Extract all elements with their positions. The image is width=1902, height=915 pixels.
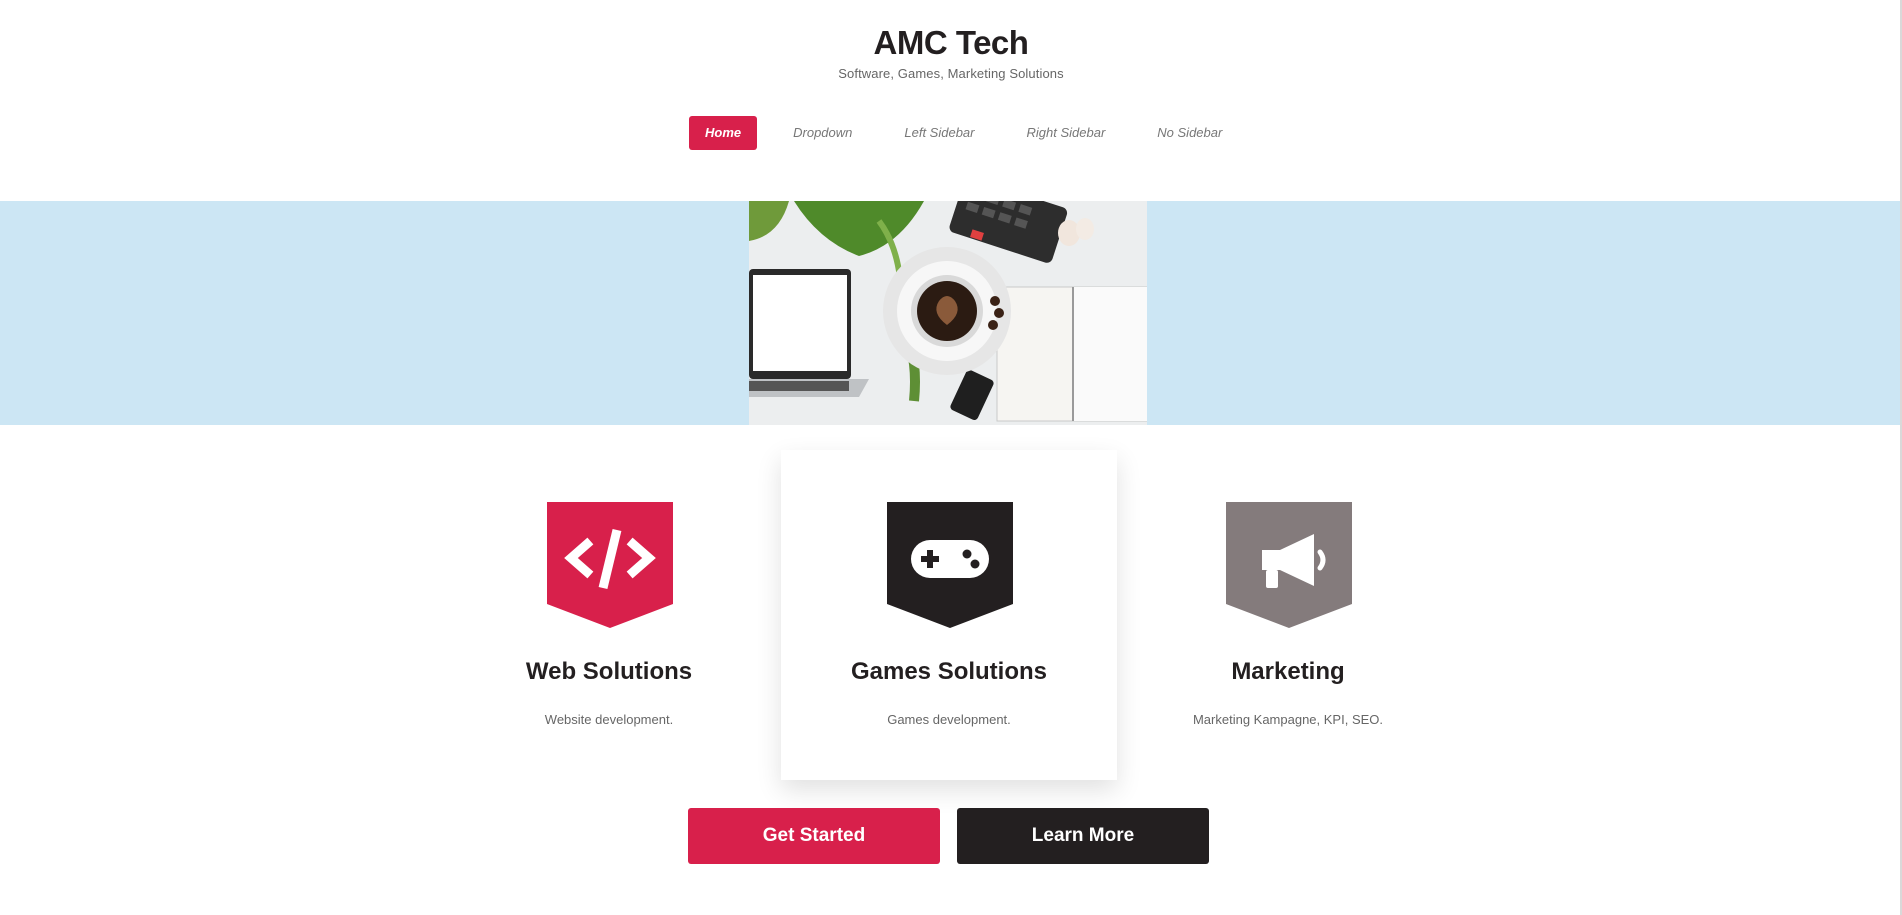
desk-workspace-photo xyxy=(749,201,1147,425)
feature-title: Games Solutions xyxy=(850,658,1048,685)
site-header: AMC Tech Software, Games, Marketing Solu… xyxy=(0,0,1902,200)
main-nav: Home Dropdown Left Sidebar Right Sidebar… xyxy=(689,116,1258,150)
nav-item-dropdown[interactable]: Dropdown xyxy=(777,116,868,150)
page: AMC Tech Software, Games, Marketing Solu… xyxy=(0,0,1902,915)
get-started-button[interactable]: Get Started xyxy=(688,808,940,864)
hero-banner xyxy=(0,201,1900,425)
feature-description: Marketing Kampagne, KPI, SEO. xyxy=(1192,712,1384,727)
learn-more-button[interactable]: Learn More xyxy=(957,808,1209,864)
feature-description: Website development. xyxy=(544,712,674,727)
feature-games-solutions: Games Solutions Games development. xyxy=(781,450,1117,780)
nav-item-no-sidebar[interactable]: No Sidebar xyxy=(1141,116,1238,150)
cta-row: Get Started Learn More xyxy=(688,808,1226,864)
site-tagline: Software, Games, Marketing Solutions xyxy=(838,66,1064,81)
code-icon xyxy=(547,502,673,628)
feature-web-solutions: Web Solutions Website development. xyxy=(441,450,777,780)
hero-image xyxy=(749,201,1147,425)
feature-marketing: Marketing Marketing Kampagne, KPI, SEO. xyxy=(1120,450,1456,780)
nav-item-home[interactable]: Home xyxy=(689,116,758,150)
nav-item-left-sidebar[interactable]: Left Sidebar xyxy=(888,116,990,150)
gamepad-icon xyxy=(887,502,1013,628)
feature-title: Web Solutions xyxy=(525,658,693,685)
site-title[interactable]: AMC Tech xyxy=(0,24,1902,62)
feature-description: Games development. xyxy=(887,712,1011,727)
features-section: Web Solutions Website development. Games… xyxy=(0,450,1902,780)
nav-item-right-sidebar[interactable]: Right Sidebar xyxy=(1011,116,1122,150)
megaphone-icon xyxy=(1226,502,1352,628)
feature-title: Marketing xyxy=(1231,658,1345,685)
